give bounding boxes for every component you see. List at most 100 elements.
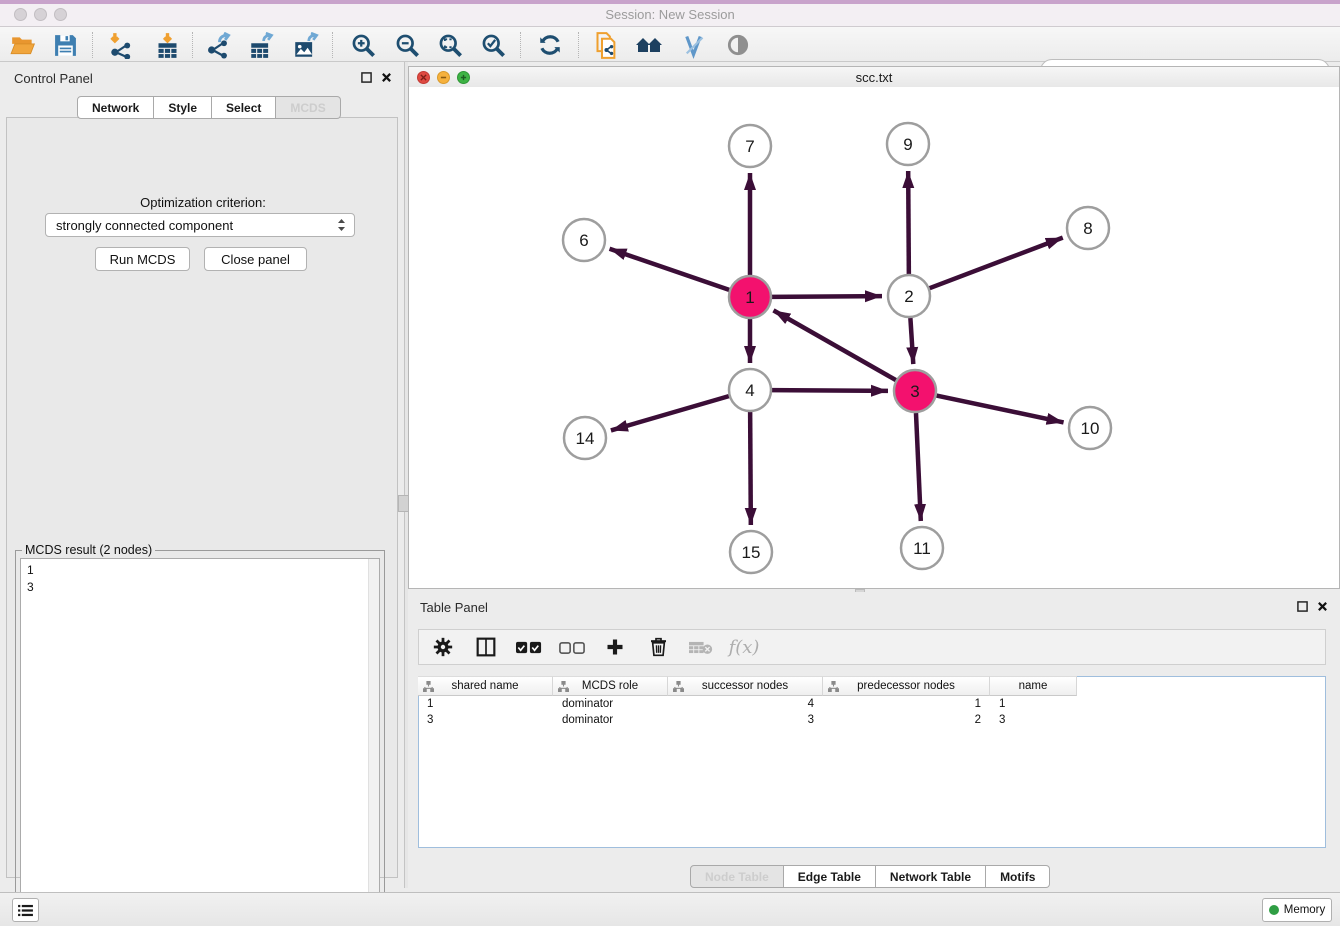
save-session-icon[interactable]: [50, 30, 80, 60]
toolbar-separator: [92, 32, 93, 58]
delete-row-icon[interactable]: [644, 633, 672, 661]
toolbar-separator: [332, 32, 333, 58]
optimization-criterion-label: Optimization criterion:: [7, 195, 399, 210]
select-all-checkboxes-icon[interactable]: [515, 633, 543, 661]
table-row[interactable]: 1dominator411: [418, 696, 1077, 712]
cell-predecessor-nodes[interactable]: 2: [823, 712, 990, 728]
network-graph: 7968124314101511: [409, 87, 1339, 587]
graph-node-label-8: 8: [1083, 219, 1092, 238]
graph-node-label-15: 15: [742, 543, 761, 562]
float-panel-icon[interactable]: [361, 72, 372, 83]
column-header-name[interactable]: name: [990, 676, 1077, 696]
mcds-result-textarea[interactable]: 1 3: [20, 558, 380, 923]
control-panel: Control Panel NetworkStyleSelectMCDS Opt…: [0, 62, 404, 888]
table-panel-title: Table Panel: [420, 600, 488, 615]
import-table-icon[interactable]: [152, 30, 182, 60]
refresh-layout-icon[interactable]: [535, 30, 565, 60]
result-scrollbar[interactable]: [368, 559, 379, 922]
table-panel-tabs: Node TableEdge TableNetwork TableMotifs: [690, 865, 1050, 888]
function-builder-icon[interactable]: f(x): [730, 633, 758, 661]
column-header-MCDS-role[interactable]: MCDS role: [553, 676, 668, 696]
run-mcds-button[interactable]: Run MCDS: [95, 247, 190, 271]
cell-MCDS-role[interactable]: dominator: [553, 712, 668, 728]
tab-network[interactable]: Network: [77, 96, 154, 119]
deselect-all-checkboxes-icon[interactable]: [558, 633, 586, 661]
edge-4-15[interactable]: [750, 412, 751, 525]
cell-successor-nodes[interactable]: 4: [668, 696, 823, 712]
graph-node-label-14: 14: [576, 429, 595, 448]
tab-select[interactable]: Select: [212, 96, 276, 119]
cell-successor-nodes[interactable]: 3: [668, 712, 823, 728]
tab-edge-table[interactable]: Edge Table: [784, 865, 876, 888]
cell-name[interactable]: 3: [990, 712, 1077, 728]
memory-button[interactable]: Memory: [1262, 898, 1332, 922]
zoom-out-icon[interactable]: [392, 30, 422, 60]
graph-node-label-4: 4: [745, 381, 754, 400]
add-row-icon[interactable]: [601, 633, 629, 661]
task-history-button[interactable]: [12, 898, 39, 922]
clone-network-icon[interactable]: [591, 30, 621, 60]
delete-table-icon[interactable]: [687, 633, 715, 661]
zoom-in-icon[interactable]: [348, 30, 378, 60]
edge-1-6[interactable]: [610, 249, 730, 290]
network-window-title: scc.txt: [409, 70, 1339, 85]
mcds-result-lines: 1 3: [21, 559, 379, 599]
show-hide-panels-icon[interactable]: [723, 30, 753, 60]
edge-2-8[interactable]: [930, 238, 1063, 289]
status-bar: Memory: [0, 892, 1340, 926]
edge-3-1[interactable]: [773, 310, 895, 380]
tab-motifs[interactable]: Motifs: [986, 865, 1050, 888]
toolbar-separator: [520, 32, 521, 58]
close-table-panel-icon[interactable]: [1317, 601, 1328, 612]
column-settings-gear-icon[interactable]: [429, 633, 457, 661]
mcds-panel: Optimization criterion: strongly connect…: [6, 117, 398, 878]
cell-MCDS-role[interactable]: dominator: [553, 696, 668, 712]
toolbar-separator: [192, 32, 193, 58]
toolbar-separator: [578, 32, 579, 58]
cell-shared-name[interactable]: 3: [418, 712, 553, 728]
titlebar-accent: [0, 0, 1340, 4]
tab-mcds[interactable]: MCDS: [276, 96, 340, 119]
table-row[interactable]: 3dominator323: [418, 712, 1077, 728]
cell-predecessor-nodes[interactable]: 1: [823, 696, 990, 712]
graph-node-label-6: 6: [579, 231, 588, 250]
network-window-titlebar[interactable]: scc.txt: [408, 66, 1340, 88]
edge-4-14[interactable]: [611, 396, 729, 430]
edge-1-2[interactable]: [772, 296, 882, 297]
graph-node-label-1: 1: [745, 288, 754, 307]
edge-4-3[interactable]: [772, 390, 888, 391]
edge-3-10[interactable]: [937, 396, 1064, 423]
close-panel-icon[interactable]: [381, 72, 392, 83]
tab-node-table[interactable]: Node Table: [690, 865, 784, 888]
edge-3-11[interactable]: [916, 413, 921, 521]
fx-label: f(x): [729, 637, 760, 658]
import-network-icon[interactable]: [105, 30, 135, 60]
close-panel-button[interactable]: Close panel: [204, 247, 307, 271]
zoom-selected-icon[interactable]: [478, 30, 508, 60]
main-toolbar: [0, 27, 1340, 62]
graph-node-label-9: 9: [903, 135, 912, 154]
export-network-icon[interactable]: [204, 30, 234, 60]
tab-style[interactable]: Style: [154, 96, 212, 119]
optimization-criterion-select[interactable]: strongly connected component: [45, 213, 355, 237]
show-column-panel-icon[interactable]: [472, 633, 500, 661]
network-view-window: scc.txt 7968124314101511: [408, 62, 1340, 592]
column-header-shared-name[interactable]: shared name: [418, 676, 553, 696]
apply-style-icon[interactable]: [678, 30, 708, 60]
zoom-fit-icon[interactable]: [435, 30, 465, 60]
cell-shared-name[interactable]: 1: [418, 696, 553, 712]
graph-node-label-10: 10: [1081, 419, 1100, 438]
tab-network-table[interactable]: Network Table: [876, 865, 986, 888]
edge-2-3[interactable]: [910, 318, 913, 364]
network-canvas[interactable]: 7968124314101511: [408, 87, 1340, 589]
float-table-panel-icon[interactable]: [1297, 601, 1308, 612]
go-home-icon[interactable]: [634, 30, 664, 60]
export-image-icon[interactable]: [291, 30, 321, 60]
table-toolbar: f(x): [418, 629, 1326, 665]
edge-2-9[interactable]: [908, 171, 909, 274]
open-file-icon[interactable]: [8, 30, 38, 60]
export-table-icon[interactable]: [247, 30, 277, 60]
column-header-successor-nodes[interactable]: successor nodes: [668, 676, 823, 696]
column-header-predecessor-nodes[interactable]: predecessor nodes: [823, 676, 990, 696]
cell-name[interactable]: 1: [990, 696, 1077, 712]
